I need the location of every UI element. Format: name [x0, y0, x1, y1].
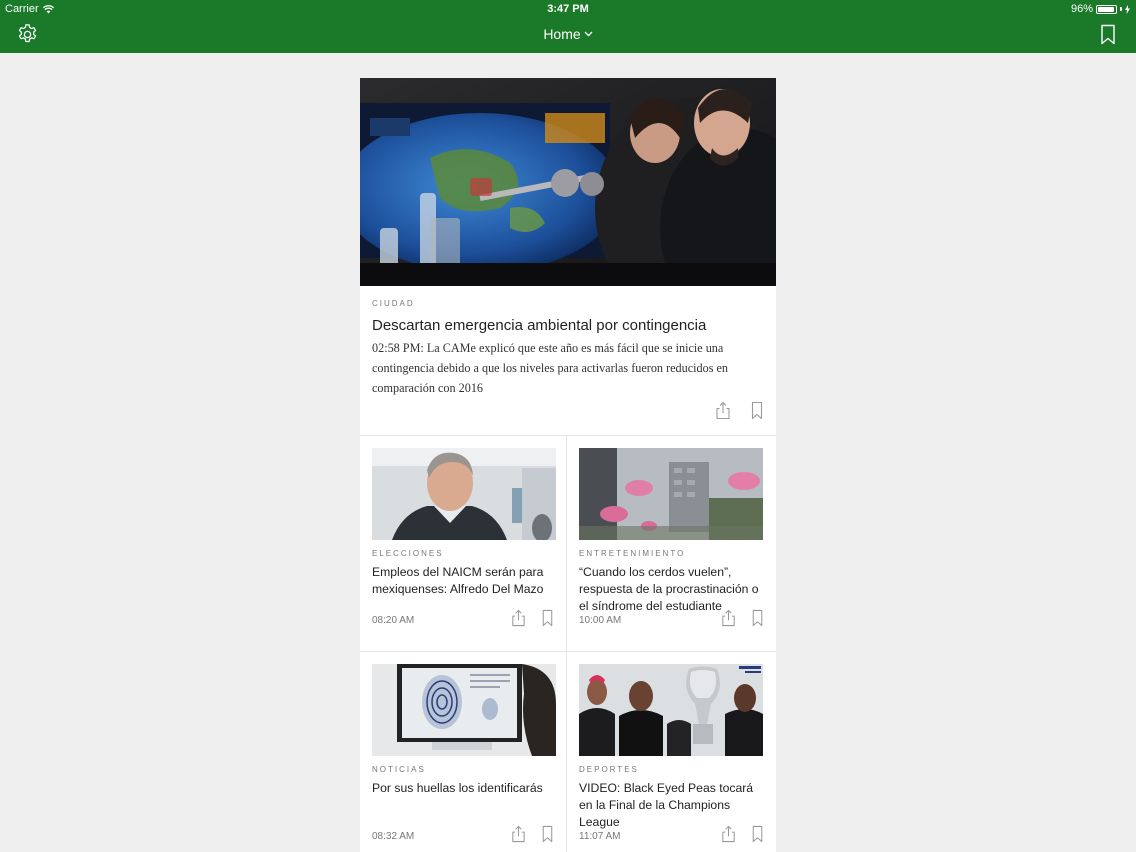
bookmark-icon[interactable] [749, 825, 766, 843]
article-card[interactable]: ELECCIONES Empleos del NAICM serán para … [360, 436, 567, 652]
home-dropdown[interactable]: Home [0, 26, 1136, 42]
hero-summary: 02:58 PM: La CAMe explicó que este año e… [372, 341, 729, 395]
status-time: 3:47 PM [547, 3, 589, 15]
article-title[interactable]: VIDEO: Black Eyed Peas tocará en la Fina… [579, 780, 764, 831]
article-title[interactable]: Empleos del NAICM serán para mexiquenses… [372, 564, 554, 598]
article-time: 10:00 AM [579, 615, 622, 626]
article-actions [720, 825, 766, 843]
article-title[interactable]: “Cuando los cerdos vuelen”, respuesta de… [579, 564, 764, 615]
article-time: 08:32 AM [372, 831, 415, 842]
battery-icon [1096, 4, 1117, 14]
hero-actions [714, 401, 766, 420]
chevron-down-icon [584, 31, 593, 37]
share-icon[interactable] [510, 825, 527, 843]
article-category[interactable]: ELECCIONES [372, 549, 554, 558]
hero-article-body: CIUDAD Descartan emergencia ambiental po… [360, 286, 776, 436]
article-grid: ELECCIONES Empleos del NAICM serán para … [360, 436, 776, 852]
article-card[interactable]: NOTICIAS Por sus huellas los identificar… [360, 652, 567, 852]
article-thumbnail[interactable] [372, 448, 556, 540]
battery-indicator: 96% [1071, 3, 1130, 15]
bookmark-icon[interactable] [749, 609, 766, 627]
charging-bolt-icon [1125, 4, 1130, 14]
share-icon[interactable] [510, 609, 527, 627]
article-category[interactable]: ENTRETENIMIENTO [579, 549, 764, 558]
bookmark-icon[interactable] [539, 609, 556, 627]
bookmark-icon[interactable] [748, 401, 766, 420]
status-bar: Carrier 3:47 PM 96% [0, 0, 1136, 17]
article-actions [510, 609, 556, 627]
article-title[interactable]: Por sus huellas los identificarás [372, 780, 554, 797]
bookmark-icon[interactable] [539, 825, 556, 843]
article-card[interactable]: ENTRETENIMIENTO “Cuando los cerdos vuele… [567, 436, 776, 652]
nav-title-label: Home [543, 26, 581, 42]
article-category[interactable]: DEPORTES [579, 765, 764, 774]
hero-category[interactable]: CIUDAD [372, 299, 764, 308]
share-icon[interactable] [714, 401, 732, 420]
article-category[interactable]: NOTICIAS [372, 765, 554, 774]
share-icon[interactable] [720, 825, 737, 843]
news-feed: CIUDAD Descartan emergencia ambiental po… [360, 78, 776, 852]
hero-image[interactable] [360, 78, 776, 286]
battery-percent: 96% [1070, 3, 1093, 15]
article-thumbnail[interactable] [372, 664, 556, 756]
share-icon[interactable] [720, 609, 737, 627]
article-actions [720, 609, 766, 627]
article-time: 11:07 AM [579, 831, 621, 842]
navigation-bar: Carrier 3:47 PM 96% Home [0, 0, 1136, 53]
article-time: 08:20 AM [372, 615, 415, 626]
article-card[interactable]: DEPORTES VIDEO: Black Eyed Peas tocará e… [567, 652, 776, 852]
article-thumbnail[interactable] [579, 448, 763, 540]
bookmark-icon[interactable] [1100, 24, 1116, 45]
hero-title[interactable]: Descartan emergencia ambiental por conti… [372, 316, 764, 336]
article-actions [510, 825, 556, 843]
hero-article[interactable]: CIUDAD Descartan emergencia ambiental po… [360, 78, 776, 436]
article-thumbnail[interactable] [579, 664, 763, 756]
